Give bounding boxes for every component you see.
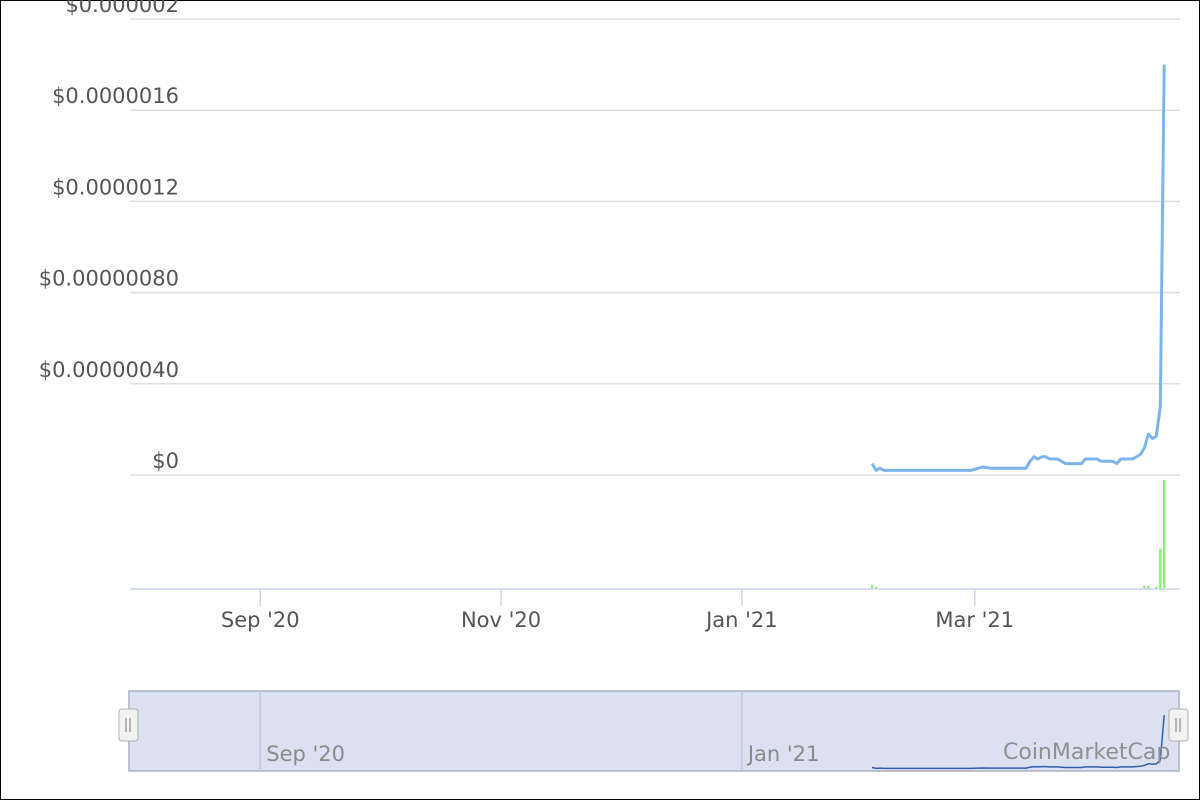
navigator-handle-left[interactable] bbox=[118, 708, 139, 742]
navigator-label: Jan '21 bbox=[746, 742, 820, 766]
navigator-handle-right[interactable] bbox=[1168, 708, 1189, 742]
y-tick-label: $0.0000016 bbox=[52, 84, 179, 108]
navigator-label: Sep '20 bbox=[266, 742, 345, 766]
x-tick-label: Nov '20 bbox=[461, 608, 541, 632]
volume-bar bbox=[1159, 548, 1162, 589]
price-chart: $0 $0.00000040 $0.00000080 $0.0000012 $0.000… bbox=[39, 0, 1189, 772]
x-tick-label: Jan '21 bbox=[704, 608, 778, 632]
x-tick-label: Sep '20 bbox=[221, 608, 300, 632]
y-tick-label: $0 bbox=[152, 449, 179, 473]
y-tick-label: $0.000002 bbox=[65, 0, 179, 17]
price-series-line bbox=[870, 64, 1166, 472]
watermark: CoinMarketCap bbox=[1003, 740, 1170, 765]
volume-bar bbox=[1163, 480, 1166, 589]
y-tick-label: $0.00000080 bbox=[39, 267, 179, 291]
y-tick-label: $0.00000040 bbox=[39, 358, 179, 382]
y-tick-label: $0.0000012 bbox=[52, 175, 179, 199]
x-tick-label: Mar '21 bbox=[935, 608, 1014, 632]
